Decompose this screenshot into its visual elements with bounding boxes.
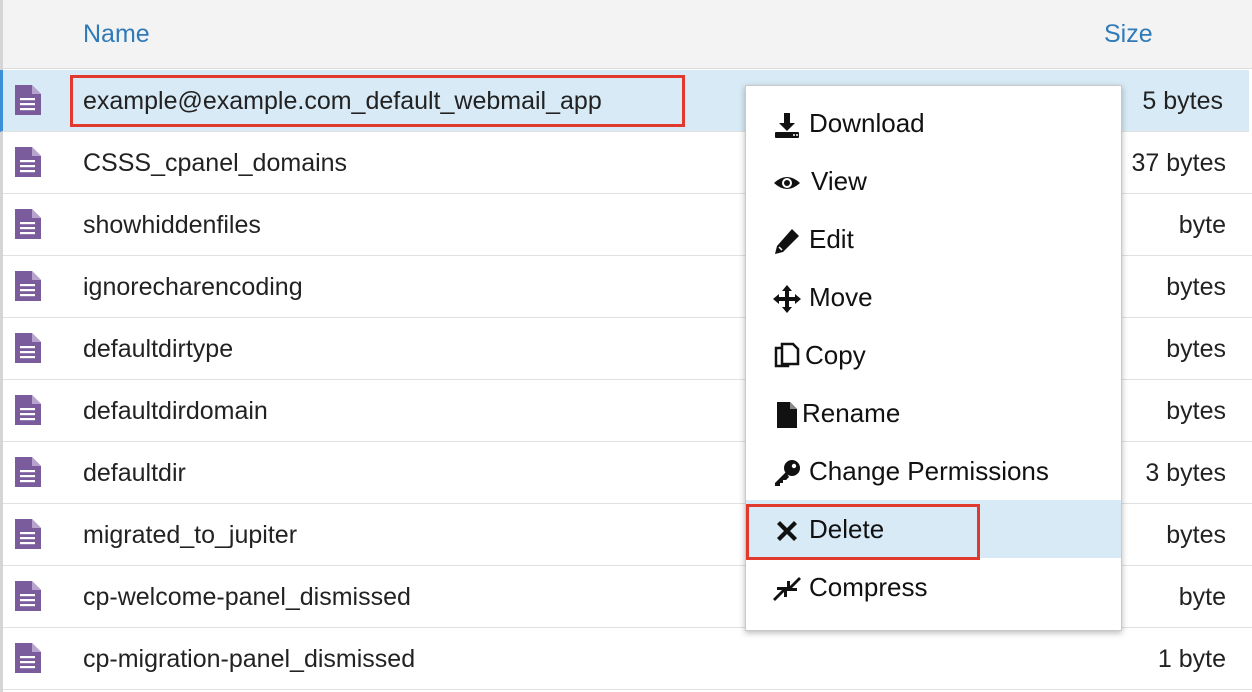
file-size: bytes (1166, 335, 1226, 363)
file-name[interactable]: showhiddenfiles (83, 211, 261, 240)
file-size: byte (1178, 583, 1226, 611)
menu-item-label: Edit (809, 224, 854, 254)
menu-item-label: View (811, 166, 867, 196)
highlight-box-delete (746, 504, 980, 560)
menu-item-label: Move (809, 282, 873, 312)
menu-item-rename[interactable]: Rename (746, 384, 1121, 442)
column-header-name[interactable]: Name (83, 20, 150, 49)
eye-icon (772, 168, 802, 198)
file-icon (13, 269, 43, 303)
file-name[interactable]: defaultdirtype (83, 335, 233, 364)
file-name[interactable]: ignorecharencoding (83, 273, 303, 302)
file-name[interactable]: CSSS_cpanel_domains (83, 149, 347, 178)
file-size: 37 bytes (1131, 149, 1226, 177)
menu-item-label: Change Permissions (809, 456, 1049, 486)
file-size: 1 byte (1157, 645, 1226, 673)
file-name[interactable]: migrated_to_jupiter (83, 521, 297, 550)
menu-item-label: Copy (805, 340, 866, 370)
file-name[interactable]: defaultdirdomain (83, 397, 268, 426)
key-icon (772, 458, 802, 488)
file-icon (13, 83, 43, 117)
context-menu: Compress Delete Change Permissions Renam… (745, 85, 1122, 631)
file-name[interactable]: cp-welcome-panel_dismissed (83, 583, 411, 612)
file-size: 3 bytes (1145, 459, 1226, 487)
file-size: byte (1178, 211, 1226, 239)
menu-item-view[interactable]: View (746, 152, 1121, 210)
file-size: bytes (1166, 521, 1226, 549)
menu-item-label: Download (809, 108, 925, 138)
file-size: 5 bytes (1142, 87, 1223, 115)
file-icon (13, 455, 43, 489)
file-icon (13, 207, 43, 241)
file-icon (13, 393, 43, 427)
file-size: bytes (1166, 397, 1226, 425)
table-row[interactable]: cp-migration-panel_dismissed 1 byte (3, 628, 1252, 690)
file-icon (13, 145, 43, 179)
file-size: bytes (1166, 273, 1226, 301)
menu-item-move[interactable]: Move (746, 268, 1121, 326)
menu-item-compress[interactable]: Compress (746, 558, 1121, 616)
file-icon (13, 331, 43, 365)
download-icon (772, 110, 802, 140)
file-name[interactable]: cp-migration-panel_dismissed (83, 645, 415, 674)
menu-item-label: Rename (802, 398, 901, 428)
menu-item-download[interactable]: Download (746, 94, 1121, 152)
menu-item-label: Compress (809, 572, 928, 602)
column-header-size[interactable]: Size (1104, 20, 1153, 49)
compress-icon (772, 574, 802, 604)
menu-item-change-permissions[interactable]: Change Permissions (746, 442, 1121, 500)
menu-item-copy[interactable]: Copy (746, 326, 1121, 384)
file-name[interactable]: defaultdir (83, 459, 186, 488)
move-arrows-icon (772, 284, 802, 314)
file-icon (772, 400, 802, 430)
copy-icon (772, 342, 802, 372)
file-icon (13, 517, 43, 551)
file-icon (13, 641, 43, 675)
menu-item-edit[interactable]: Edit (746, 210, 1121, 268)
pencil-icon (772, 226, 802, 256)
file-icon (13, 579, 43, 613)
table-header: Name Size (3, 0, 1252, 69)
highlight-box-filename (70, 75, 685, 127)
